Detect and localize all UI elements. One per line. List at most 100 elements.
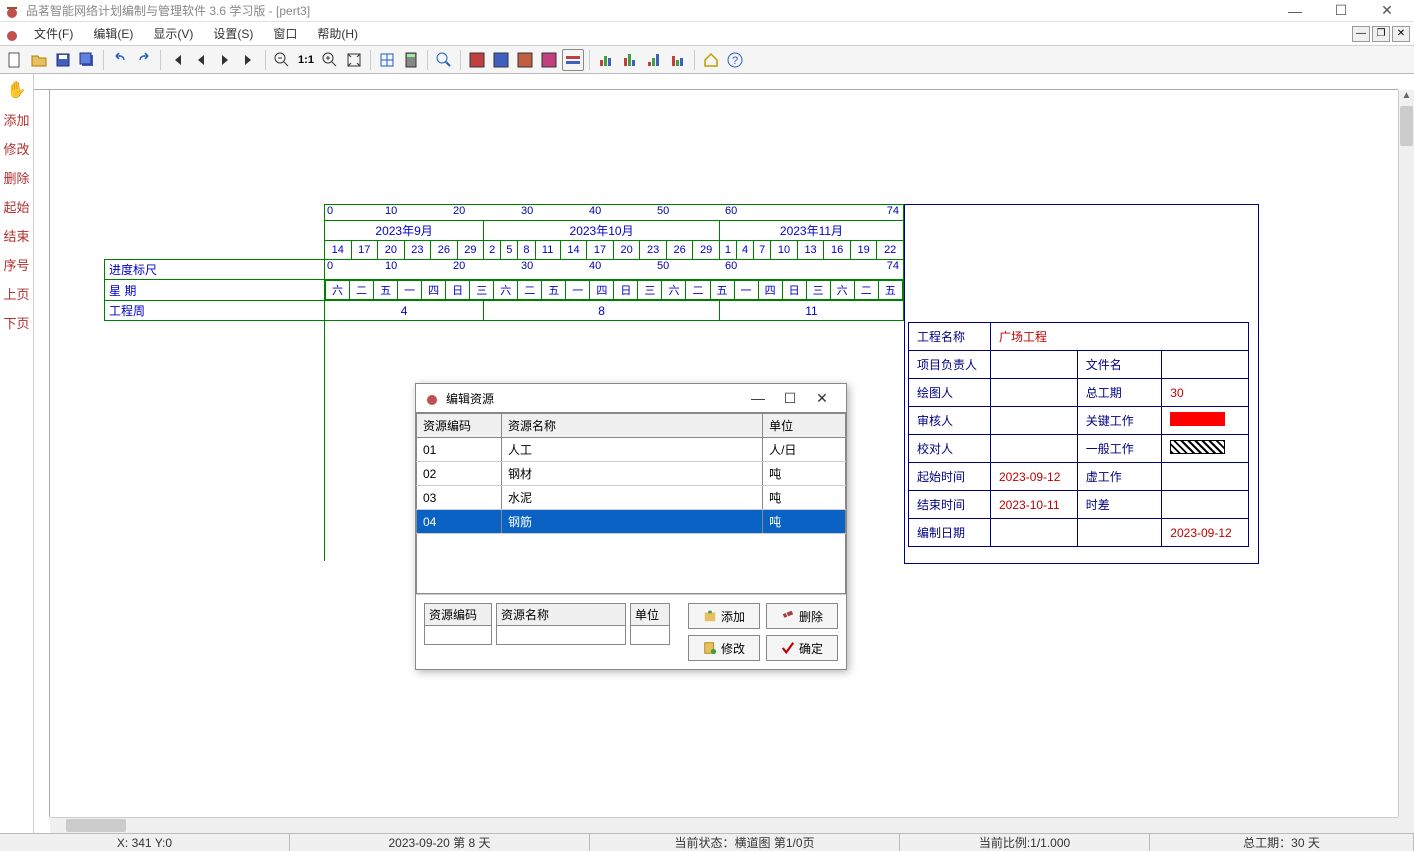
new-button[interactable]: [4, 49, 26, 71]
dialog-minimize[interactable]: —: [742, 390, 774, 406]
menu-file[interactable]: 文件(F): [24, 23, 83, 44]
dialog-close[interactable]: ✕: [806, 390, 838, 407]
view4-button[interactable]: [538, 49, 560, 71]
sidebar-modify[interactable]: 修改: [3, 139, 29, 158]
resource-row[interactable]: 01人工人/日: [417, 438, 846, 462]
sidebar-end[interactable]: 结束: [3, 226, 29, 245]
open-button[interactable]: [28, 49, 50, 71]
undo-button[interactable]: [109, 49, 131, 71]
menu-bar: 文件(F) 编辑(E) 显示(V) 设置(S) 窗口 帮助(H) — ❐ ✕: [0, 22, 1414, 46]
zoom-out-button[interactable]: [271, 49, 293, 71]
chart1-button[interactable]: [595, 49, 617, 71]
view1-button[interactable]: [466, 49, 488, 71]
sidebar-start[interactable]: 起始: [3, 197, 29, 216]
sidebar-delete[interactable]: 删除: [3, 168, 29, 187]
dialog-titlebar[interactable]: 编辑资源 — ☐ ✕: [416, 384, 846, 412]
day-cell: 7: [754, 241, 771, 260]
weekday-cell: 二: [518, 281, 542, 300]
menu-app-icon: [4, 26, 20, 42]
grid-button[interactable]: [376, 49, 398, 71]
day-cell: 29: [457, 241, 484, 260]
day-cell: 29: [693, 241, 720, 260]
prev-button[interactable]: [190, 49, 212, 71]
chart2-button[interactable]: [619, 49, 641, 71]
form-name-input[interactable]: [496, 625, 626, 645]
grid-header-unit[interactable]: 单位: [763, 414, 846, 438]
weekday-cell: 一: [734, 281, 758, 300]
calc-button[interactable]: [400, 49, 422, 71]
sidebar-seq[interactable]: 序号: [3, 255, 29, 274]
weekday-cell: 六: [662, 281, 686, 300]
resource-form: 资源编码 资源名称 单位 添加 删除 修改 确定: [416, 594, 846, 669]
grid-header-code[interactable]: 资源编码: [417, 414, 502, 438]
day-cell: 13: [797, 241, 824, 260]
weekday-cell: 三: [806, 281, 830, 300]
weekday-cell: 二: [854, 281, 878, 300]
weekday-cell: 日: [446, 281, 470, 300]
resource-row[interactable]: 04钢筋吨: [417, 510, 846, 534]
zoom-11-button[interactable]: 1:1: [295, 49, 317, 71]
status-total: 总工期：30 天: [1150, 834, 1414, 851]
day-cell: 14: [560, 241, 587, 260]
weekday-cell: 一: [398, 281, 422, 300]
next-button[interactable]: [214, 49, 236, 71]
day-cell: 23: [640, 241, 667, 260]
month-cell: 2023年11月: [719, 221, 903, 241]
zoom-in-button[interactable]: [319, 49, 341, 71]
form-unit-input[interactable]: [630, 625, 670, 645]
weekday-cell: 五: [878, 281, 902, 300]
month-cell: 2023年9月: [325, 221, 484, 241]
first-button[interactable]: [166, 49, 188, 71]
grid-header-name[interactable]: 资源名称: [501, 414, 762, 438]
view5-button[interactable]: [562, 49, 584, 71]
resource-grid[interactable]: 资源编码 资源名称 单位 01人工人/日02钢材吨03水泥吨04钢筋吨: [416, 412, 846, 594]
status-bar: X: 341 Y:0 2023-09-20 第 8 天 当前状态：横道图 第1/…: [0, 833, 1414, 851]
last-button[interactable]: [238, 49, 260, 71]
maximize-button[interactable]: ☐: [1318, 0, 1364, 22]
form-code-input[interactable]: [424, 625, 492, 645]
redo-button[interactable]: [133, 49, 155, 71]
day-cell: 14: [325, 241, 352, 260]
sidebar-add[interactable]: 添加: [3, 110, 29, 129]
menu-view[interactable]: 显示(V): [143, 23, 203, 44]
menu-settings[interactable]: 设置(S): [203, 23, 263, 44]
dialog-maximize[interactable]: ☐: [774, 390, 806, 407]
home-button[interactable]: [700, 49, 722, 71]
view2-button[interactable]: [490, 49, 512, 71]
weekday-cell: 四: [758, 281, 782, 300]
close-button[interactable]: ✕: [1364, 0, 1410, 22]
weekday-cell: 四: [590, 281, 614, 300]
help-button[interactable]: ?: [724, 49, 746, 71]
resource-row[interactable]: 03水泥吨: [417, 486, 846, 510]
title-bar: 品茗智能网络计划编制与管理软件 3.6 学习版 - [pert3] — ☐ ✕: [0, 0, 1414, 22]
save-button[interactable]: [52, 49, 74, 71]
scrollbar-horizontal[interactable]: [50, 817, 1398, 833]
engweek-cell: 4: [325, 301, 484, 321]
minimize-button[interactable]: —: [1272, 0, 1318, 22]
hand-icon[interactable]: ✋: [7, 80, 27, 100]
chart4-button[interactable]: [667, 49, 689, 71]
dialog-add-button[interactable]: 添加: [688, 603, 760, 629]
sidebar-next[interactable]: 下页: [3, 313, 29, 332]
scrollbar-vertical[interactable]: ▲: [1398, 90, 1414, 817]
preview-button[interactable]: [433, 49, 455, 71]
save-all-button[interactable]: [76, 49, 98, 71]
app-icon: [4, 3, 20, 19]
zoom-fit-button[interactable]: [343, 49, 365, 71]
menu-edit[interactable]: 编辑(E): [83, 23, 143, 44]
mdi-close[interactable]: ✕: [1392, 26, 1410, 42]
dialog-delete-button[interactable]: 删除: [766, 603, 838, 629]
weekday-cell: 六: [830, 281, 854, 300]
dialog-ok-button[interactable]: 确定: [766, 635, 838, 661]
sidebar: ✋ 添加 修改 删除 起始 结束 序号 上页 下页: [0, 74, 34, 833]
menu-window[interactable]: 窗口: [263, 23, 307, 44]
chart3-button[interactable]: [643, 49, 665, 71]
dialog-modify-button[interactable]: 修改: [688, 635, 760, 661]
mdi-minimize[interactable]: —: [1352, 26, 1370, 42]
day-cell: 23: [404, 241, 431, 260]
mdi-restore[interactable]: ❐: [1372, 26, 1390, 42]
menu-help[interactable]: 帮助(H): [307, 23, 368, 44]
view3-button[interactable]: [514, 49, 536, 71]
resource-row[interactable]: 02钢材吨: [417, 462, 846, 486]
sidebar-prev[interactable]: 上页: [3, 284, 29, 303]
